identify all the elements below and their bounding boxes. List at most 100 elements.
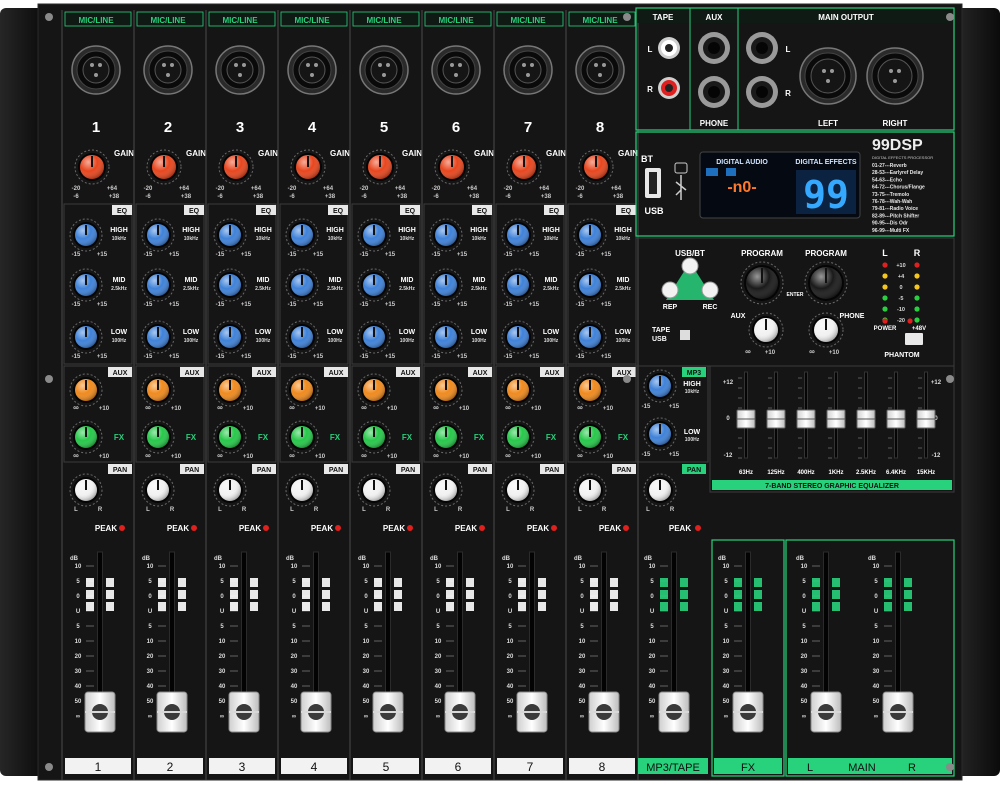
peak-label: PEAK (167, 524, 189, 533)
fader-scale-label: ∞ (364, 714, 368, 720)
tape-usb-switch[interactable] (680, 330, 690, 340)
fader-cap[interactable] (372, 691, 404, 733)
fader-marker (734, 602, 742, 611)
geq-band-slider[interactable] (766, 409, 786, 429)
audio-readout: -n0- (727, 179, 756, 196)
pin (242, 63, 246, 67)
aux-label: AUX (401, 370, 416, 377)
fader-scale-label: 20 (75, 654, 82, 660)
peak-led (335, 525, 341, 531)
combo-input-jack[interactable] (143, 45, 193, 95)
main-right-xlr-out[interactable] (866, 47, 924, 105)
rec-button[interactable] (701, 281, 719, 299)
fader-cap[interactable] (810, 691, 842, 733)
main-l-jack[interactable] (746, 32, 778, 64)
main-left-xlr-out[interactable] (799, 47, 857, 105)
jack-socket (514, 56, 542, 84)
fader-marker (538, 590, 546, 599)
send-scale: ∞ (433, 451, 439, 460)
eq-scale: +15 (601, 354, 612, 360)
send-scale: +10 (243, 406, 254, 412)
phantom-switch[interactable] (905, 333, 923, 345)
combo-input-jack[interactable] (215, 45, 265, 95)
aux-out-jack[interactable] (698, 32, 730, 64)
fader-scale-label: U (650, 609, 654, 615)
channel-strip-label: 7 (527, 760, 534, 774)
fader-cap[interactable] (300, 691, 332, 733)
tape-r-rca-jack[interactable] (658, 77, 680, 99)
meter-led-l (882, 262, 888, 268)
combo-input-jack[interactable] (575, 45, 625, 95)
channel-strip-label: 4 (311, 760, 318, 774)
fader-cap[interactable] (588, 691, 620, 733)
pin (166, 73, 170, 77)
fx-label: FX (258, 433, 269, 442)
eq-high-label: HIGH (254, 227, 272, 234)
tape-r-label: R (647, 85, 653, 94)
rep-button[interactable] (661, 281, 679, 299)
eq-low-freq: 100Hz (328, 338, 343, 344)
geq-band-label: 6.4KHz (886, 470, 906, 476)
fader-scale-label: ∞ (508, 714, 512, 720)
mic-line-label: MIC/LINE (582, 16, 618, 25)
main-r-jack[interactable] (746, 76, 778, 108)
fader-cap[interactable] (732, 691, 764, 733)
fader-cap[interactable] (516, 691, 548, 733)
geq-scale-top: +12 (931, 380, 942, 386)
fader-cap[interactable] (882, 691, 914, 733)
pin (382, 73, 386, 77)
fader-cap[interactable] (156, 691, 188, 733)
eq-label: EQ (621, 208, 632, 215)
geq-band-slider[interactable] (886, 409, 906, 429)
combo-input-jack[interactable] (503, 45, 553, 95)
gain-scale: +64 (611, 186, 622, 192)
eq-mid-freq: 2.5kHz (543, 286, 559, 292)
fader-cap[interactable] (84, 691, 116, 733)
combo-input-jack[interactable] (359, 45, 409, 95)
send-scale: +10 (603, 454, 614, 460)
fader-scale-label: ∞ (580, 714, 584, 720)
fader-scale-label: 50 (291, 699, 298, 705)
fader-marker (230, 578, 238, 587)
eq-mid-label: MID (185, 277, 198, 284)
fader-scale-label: 30 (723, 669, 730, 675)
combo-input-jack[interactable] (71, 45, 121, 95)
send-scale: ∞ (577, 451, 583, 460)
pan-r: R (242, 507, 247, 513)
fader-cap[interactable] (228, 691, 260, 733)
meter-scale-label: -5 (899, 296, 904, 302)
geq-band-slider[interactable] (736, 409, 756, 429)
geq-band-label: 63Hz (739, 470, 753, 476)
fader-marker (884, 578, 892, 587)
lcd-bt-icon (726, 168, 736, 176)
geq-band-slider[interactable] (796, 409, 816, 429)
fader-marker (754, 578, 762, 587)
eq-mid-freq: 2.5kHz (255, 286, 271, 292)
gain-scale: -6 (505, 194, 511, 200)
tape-l-rca-jack[interactable] (658, 37, 680, 59)
fader-cap[interactable] (658, 691, 690, 733)
eq-high-label: HIGH (470, 227, 488, 234)
right-end-cap (956, 8, 1000, 776)
fader-marker (466, 578, 474, 587)
geq-band-slider[interactable] (916, 409, 936, 429)
aux-label: AUX (185, 370, 200, 377)
meter-led-r (914, 295, 920, 301)
play-button[interactable] (681, 257, 699, 275)
pin (314, 63, 318, 67)
gain-scale: +38 (325, 194, 336, 200)
geq-band-slider[interactable] (826, 409, 846, 429)
geq-band-label: 400Hz (797, 470, 814, 476)
geq-band-slider[interactable] (856, 409, 876, 429)
usb-port[interactable] (645, 168, 661, 198)
fader-cap[interactable] (444, 691, 476, 733)
phone-jack[interactable] (698, 76, 730, 108)
combo-input-jack[interactable] (287, 45, 337, 95)
fader-marker (904, 590, 912, 599)
fader-marker (680, 590, 688, 599)
pin (530, 63, 534, 67)
fader-marker (812, 578, 820, 587)
fader-marker (86, 590, 94, 599)
meter-l-label: L (882, 248, 888, 258)
combo-input-jack[interactable] (431, 45, 481, 95)
